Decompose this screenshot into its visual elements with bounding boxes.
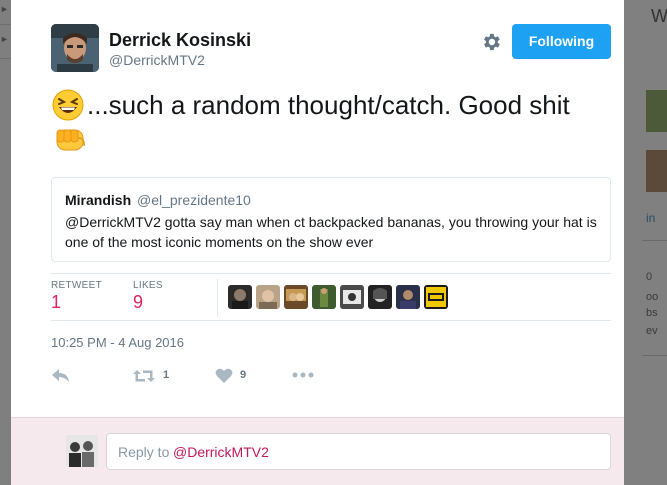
reply-input[interactable]: Reply to @DerrickMTV2 (106, 433, 611, 470)
likes-stat-count[interactable]: 9 (133, 292, 143, 313)
liker-avatar[interactable] (340, 285, 364, 309)
author-display-name[interactable]: Derrick Kosinski (109, 30, 251, 51)
following-button[interactable]: Following (512, 24, 611, 59)
background-thumbnail (646, 150, 667, 192)
quoted-display-name: Mirandish (65, 192, 132, 208)
profile-photo-icon (51, 24, 99, 72)
author-avatar[interactable] (51, 24, 99, 72)
background-text-fragment: oo (646, 291, 659, 303)
liker-avatar[interactable] (228, 285, 252, 309)
tweet-text: ...such a random thought/catch. Good shi… (87, 90, 570, 120)
background-divider (0, 58, 11, 59)
background-text-fragment: bs (646, 307, 658, 319)
liker-avatar[interactable] (424, 285, 448, 309)
background-arrow-icon: ► (0, 4, 9, 14)
heart-icon[interactable] (215, 366, 235, 386)
stat-divider (217, 279, 218, 317)
divider (51, 273, 611, 274)
background-text-fragment: Wh (651, 6, 667, 26)
quoted-handle: @el_prezidente10 (137, 192, 251, 208)
background-right-edge: Wh in 0 oo bs ev (624, 0, 667, 485)
retweet-stat-label: RETWEET (51, 280, 102, 291)
reply-arrow-icon[interactable] (51, 366, 73, 386)
background-thumbnail (646, 90, 667, 132)
oncoming-fist-icon (54, 124, 88, 154)
retweet-stat-count[interactable]: 1 (51, 292, 61, 313)
like-action-count: 9 (240, 369, 247, 381)
current-user-avatar[interactable] (66, 435, 98, 467)
background-left-edge: ► ► (0, 0, 11, 485)
reply-bar: Reply to @DerrickMTV2 (11, 417, 624, 485)
background-arrow-icon: ► (0, 34, 9, 44)
tweet-modal: Derrick Kosinski @DerrickMTV2 Following … (11, 0, 624, 485)
liker-avatar[interactable] (312, 285, 336, 309)
background-divider (642, 355, 667, 356)
divider (51, 320, 611, 321)
more-dots-icon[interactable] (292, 366, 314, 386)
liker-avatar[interactable] (396, 285, 420, 309)
likes-stat-label: LIKES (133, 280, 163, 291)
author-handle[interactable]: @DerrickMTV2 (109, 52, 205, 68)
quoted-text: @DerrickMTV2 gotta say man when ct backp… (65, 214, 597, 250)
tweet-header: Derrick Kosinski @DerrickMTV2 Following (11, 0, 624, 80)
reply-placeholder-prefix: Reply to (118, 444, 170, 460)
gear-icon[interactable] (480, 31, 502, 53)
retweet-icon[interactable] (133, 366, 155, 386)
background-text-fragment: ev (646, 325, 658, 337)
background-text-fragment: in (646, 211, 656, 225)
background-divider (0, 24, 11, 25)
reply-placeholder-mention: @DerrickMTV2 (173, 444, 269, 460)
grinning-squinting-face-icon (52, 89, 84, 121)
liker-avatar[interactable] (284, 285, 308, 309)
liker-avatar[interactable] (256, 285, 280, 309)
retweet-action-count: 1 (163, 369, 170, 381)
background-text-fragment: 0 (646, 271, 653, 283)
liker-avatar[interactable] (368, 285, 392, 309)
tweet-timestamp[interactable]: 10:25 PM - 4 Aug 2016 (51, 335, 184, 350)
background-divider (642, 240, 667, 241)
quoted-tweet[interactable]: Mirandish @el_prezidente10 @DerrickMTV2 … (51, 177, 611, 262)
